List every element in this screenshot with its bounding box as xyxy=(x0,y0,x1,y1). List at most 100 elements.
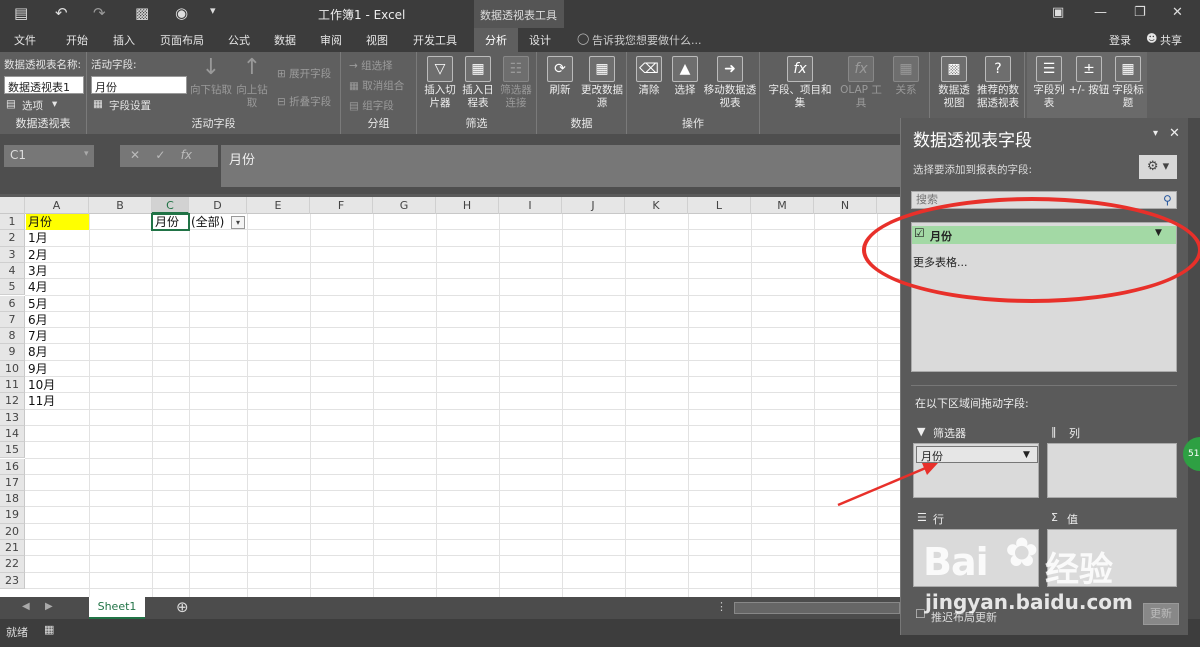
next-sheet-icon[interactable]: ▶ xyxy=(45,601,53,612)
tab-formulas[interactable]: 公式 xyxy=(228,32,250,48)
clear-button[interactable]: ⌫ 清除 xyxy=(631,56,667,97)
form-icon[interactable]: ▩ xyxy=(135,4,149,22)
row-header[interactable]: 15 xyxy=(0,442,25,459)
collapse-field-button[interactable]: ⊟ 折叠字段 xyxy=(277,94,331,109)
insert-slicer-button[interactable]: ▽ 插入切片器 xyxy=(421,56,459,110)
name-box-dropdown-icon[interactable]: ▾ xyxy=(84,149,89,159)
vertical-scrollbar[interactable] xyxy=(1188,118,1200,619)
search-icon[interactable]: ⚲ xyxy=(1163,193,1172,207)
column-header[interactable]: I xyxy=(499,197,562,214)
cell-a[interactable]: 月份 xyxy=(26,214,52,230)
drill-up-button[interactable]: ↑ 向上钻取 xyxy=(235,56,269,110)
plus-minus-buttons-button[interactable]: ± +/- 按钮 xyxy=(1067,56,1111,97)
ribbon-display-icon[interactable]: ▣ xyxy=(1052,5,1064,20)
row-header[interactable]: 22 xyxy=(0,556,25,573)
column-header[interactable]: E xyxy=(247,197,310,214)
select-button[interactable]: ▲ 选择 xyxy=(667,56,703,97)
column-header[interactable]: M xyxy=(751,197,814,214)
select-all-corner[interactable] xyxy=(0,197,25,214)
row-header[interactable]: 7 xyxy=(0,311,25,329)
row-header[interactable]: 4 xyxy=(0,262,25,280)
field-list-button[interactable]: ☰ 字段列表 xyxy=(1031,56,1067,110)
worksheet-grid[interactable]: A B C D E F G H I J K L M N 1 2 3 4 5 6 7 8 9 10 1… xyxy=(0,197,900,597)
close-window-icon[interactable]: ✕ xyxy=(1172,5,1183,20)
pane-options-dropdown-icon[interactable]: ▾ xyxy=(1153,128,1158,139)
row-header[interactable]: 3 xyxy=(0,246,25,263)
sheet-tab[interactable]: Sheet1 xyxy=(89,597,145,619)
column-header[interactable]: G xyxy=(373,197,436,214)
change-source-button[interactable]: ▦ 更改数据源 xyxy=(581,56,623,110)
field-settings-icon[interactable]: ▦ xyxy=(93,98,103,110)
tab-home[interactable]: 开始 xyxy=(66,32,88,48)
column-header[interactable]: J xyxy=(562,197,625,214)
cell-a[interactable]: 10月 xyxy=(26,377,55,393)
cell-a[interactable]: 8月 xyxy=(26,344,48,360)
row-header[interactable]: 9 xyxy=(0,344,25,361)
column-header[interactable]: B xyxy=(89,197,152,214)
row-header[interactable]: 16 xyxy=(0,458,25,475)
options-icon[interactable]: ▤ xyxy=(6,98,16,110)
move-pivot-button[interactable]: ➜ 移动数据透视表 xyxy=(703,56,757,110)
formula-input[interactable]: 月份 xyxy=(221,145,900,187)
gear-button[interactable]: ⚙ ▾ xyxy=(1139,155,1177,179)
olap-tools-button[interactable]: fx OLAP 工具 xyxy=(836,56,886,110)
row-header[interactable]: 19 xyxy=(0,507,25,524)
share-button[interactable]: 共享 xyxy=(1160,32,1182,48)
row-header[interactable]: 23 xyxy=(0,572,25,589)
minimize-icon[interactable]: — xyxy=(1094,5,1107,20)
name-box[interactable]: C1 xyxy=(4,145,94,167)
filter-dropdown-icon[interactable]: ▾ xyxy=(231,216,245,229)
row-header[interactable]: 10 xyxy=(0,360,25,377)
cell-d1[interactable]: (全部) xyxy=(189,214,224,230)
horizontal-scrollbar[interactable] xyxy=(734,602,900,614)
row-header[interactable]: 13 xyxy=(0,409,25,426)
insert-function-icon[interactable]: fx xyxy=(181,148,192,162)
chip-dropdown-icon[interactable]: ▼ xyxy=(1023,450,1030,460)
cell-a[interactable]: 7月 xyxy=(26,328,48,344)
ungroup-button[interactable]: ▦ 取消组合 xyxy=(349,78,404,93)
recommended-pivot-button[interactable]: ? 推荐的数据透视表 xyxy=(974,56,1022,110)
tab-design[interactable]: 设计 xyxy=(529,32,551,48)
tell-me-box[interactable]: 告诉我您想要做什么... xyxy=(592,32,702,48)
row-header[interactable]: 5 xyxy=(0,279,25,296)
macro-record-icon[interactable]: ▦ xyxy=(44,623,54,636)
group-field-button[interactable]: ▤ 组字段 xyxy=(349,98,394,113)
customize-qat-icon[interactable]: ▾ xyxy=(210,4,216,17)
camera-icon[interactable]: ◉ xyxy=(175,4,188,22)
group-selection-button[interactable]: → 组选择 xyxy=(349,58,393,73)
expand-field-button[interactable]: ⊞ 展开字段 xyxy=(277,66,331,81)
sign-in-link[interactable]: 登录 xyxy=(1109,32,1131,48)
cell-a[interactable]: 2月 xyxy=(26,247,48,263)
row-header[interactable]: 8 xyxy=(0,328,25,345)
splitter-icon[interactable]: ⋮ xyxy=(716,600,727,613)
cell-a[interactable]: 11月 xyxy=(26,393,55,409)
pivot-name-input[interactable]: 数据透视表1 xyxy=(4,76,84,94)
tab-analyze[interactable]: 分析 xyxy=(474,28,518,52)
add-sheet-icon[interactable]: ⊕ xyxy=(176,598,189,616)
cell-a[interactable]: 1月 xyxy=(26,230,48,246)
row-header[interactable]: 2 xyxy=(0,230,25,247)
row-header[interactable]: 18 xyxy=(0,491,25,508)
field-headers-button[interactable]: ▦ 字段标题 xyxy=(1111,56,1145,110)
prev-sheet-icon[interactable]: ◀ xyxy=(22,601,30,612)
cancel-icon[interactable]: ✕ xyxy=(130,148,140,162)
row-header[interactable]: 14 xyxy=(0,425,25,443)
tab-page-layout[interactable]: 页面布局 xyxy=(160,32,204,48)
row-header[interactable]: 1 xyxy=(0,214,25,231)
tab-review[interactable]: 审阅 xyxy=(320,32,342,48)
options-dropdown-icon[interactable]: ▾ xyxy=(52,98,57,110)
relationships-button[interactable]: ▦ 关系 xyxy=(888,56,924,97)
row-header[interactable]: 6 xyxy=(0,295,25,312)
cell-a[interactable]: 3月 xyxy=(26,263,48,279)
save-icon[interactable]: ▤ xyxy=(14,4,28,22)
close-pane-icon[interactable]: ✕ xyxy=(1169,126,1180,141)
column-header[interactable]: D xyxy=(189,197,247,214)
row-header[interactable]: 12 xyxy=(0,393,25,410)
column-header[interactable]: L xyxy=(688,197,751,214)
tab-file[interactable]: 文件 xyxy=(14,32,36,48)
row-header[interactable]: 11 xyxy=(0,377,25,394)
tab-data[interactable]: 数据 xyxy=(274,32,296,48)
column-header[interactable]: K xyxy=(625,197,688,214)
cell-a[interactable]: 5月 xyxy=(26,296,48,312)
row-header[interactable]: 21 xyxy=(0,540,25,557)
